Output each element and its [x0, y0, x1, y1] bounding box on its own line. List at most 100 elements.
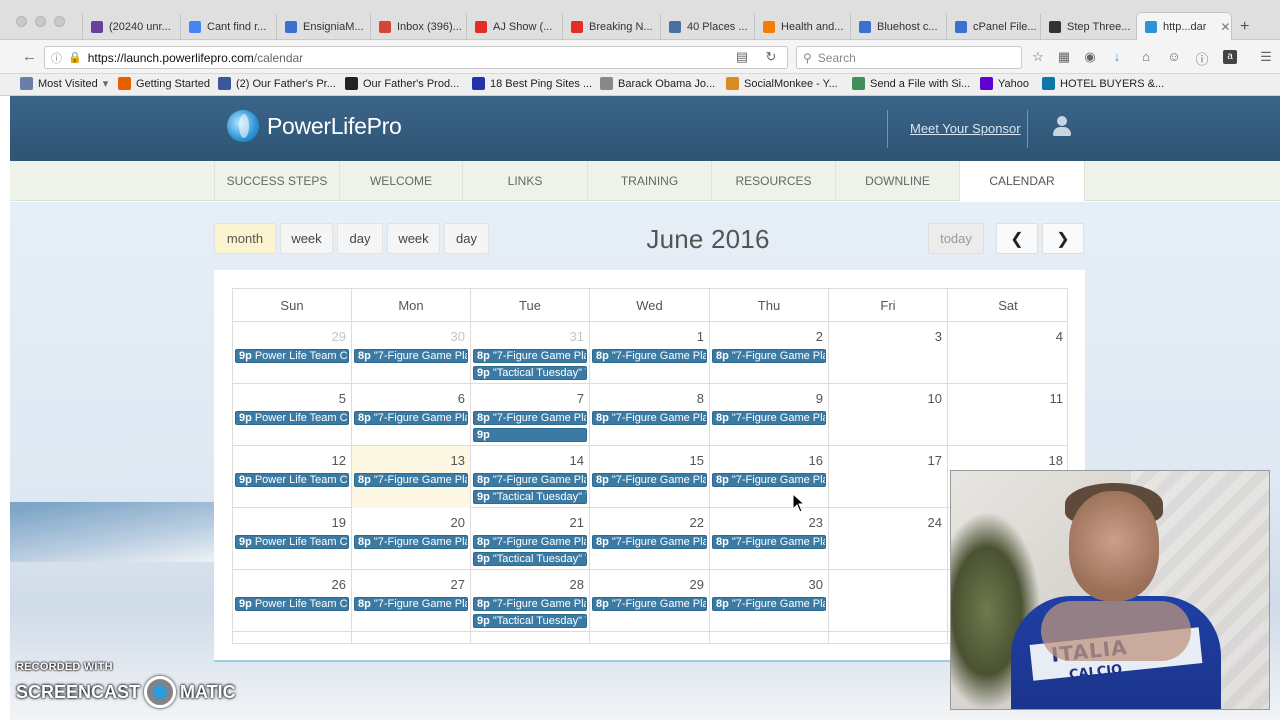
browser-tab[interactable]: Inbox (396)... [370, 14, 466, 40]
calendar-event[interactable]: 9p "Tactical Tuesday" T [473, 490, 587, 504]
day-cell[interactable]: 16 8p "7-Figure Game Plan [710, 446, 829, 508]
day-cell-today[interactable]: 13 8p "7-Figure Game Plan [352, 446, 471, 508]
day-cell[interactable]: 1 8p "7-Figure Game Plan [590, 322, 710, 384]
nav-item-calendar[interactable]: CALENDAR [959, 161, 1085, 201]
day-cell[interactable]: 23 8p "7-Figure Game Plan [710, 508, 829, 570]
today-button[interactable]: today [928, 223, 984, 254]
bookmark-item[interactable]: 18 Best Ping Sites ... [472, 77, 592, 90]
calendar-event[interactable]: 8p "7-Figure Game Plan [592, 535, 707, 549]
home-icon[interactable]: ⌂ [1138, 49, 1154, 64]
browser-tab[interactable]: (20240 unr... [82, 14, 180, 40]
calendar-event[interactable]: 8p "7-Figure Game Plan [354, 535, 468, 549]
day-cell[interactable]: 19 9p Power Life Team Ca [233, 508, 352, 570]
calendar-event[interactable]: 8p "7-Figure Game Plan [473, 411, 587, 425]
pocket-icon[interactable]: ◉ [1082, 49, 1098, 65]
browser-tab[interactable]: EnsigniaM... [276, 14, 370, 40]
calendar-event[interactable]: 9p Power Life Team Ca [235, 597, 349, 611]
nav-item-training[interactable]: TRAINING [587, 161, 711, 201]
day-cell[interactable]: 12 9p Power Life Team Ca [233, 446, 352, 508]
day-cell[interactable]: 28 8p "7-Figure Game Plan 9p "Tactical Tuesd… [471, 570, 590, 632]
bookmark-item[interactable]: Getting Started [118, 77, 210, 90]
calendar-event[interactable]: 8p "7-Figure Game Plan [354, 411, 468, 425]
browser-tab[interactable]: AJ Show (... [466, 14, 562, 40]
window-close-button[interactable] [16, 16, 27, 27]
download-icon[interactable]: ↓ [1109, 49, 1125, 64]
day-cell[interactable]: 10 [829, 384, 948, 446]
nav-item-resources[interactable]: RESOURCES [711, 161, 835, 201]
calendar-event[interactable]: 8p "7-Figure Game Plan [712, 473, 826, 487]
amazon-icon[interactable]: a [1223, 50, 1237, 64]
view-month-button[interactable]: month [214, 223, 276, 254]
user-account-icon[interactable] [1051, 114, 1073, 138]
bookmark-item[interactable]: Our Father's Prod... [345, 77, 459, 90]
site-logo[interactable]: PowerLifePro [227, 110, 402, 142]
search-input[interactable]: ⚲ Search [796, 46, 1022, 69]
bookmark-item[interactable]: Send a File with Si... [852, 77, 970, 90]
calendar-event[interactable]: 9p Power Life Team Ca [235, 535, 349, 549]
bookmark-item[interactable]: Barack Obama Jo... [600, 77, 715, 90]
day-cell[interactable]: 20 8p "7-Figure Game Plan [352, 508, 471, 570]
day-cell[interactable]: 11 [948, 384, 1067, 446]
calendar-event[interactable]: 8p "7-Figure Game Plan [712, 597, 826, 611]
browser-tab[interactable]: cPanel File... [946, 14, 1040, 40]
browser-tab[interactable]: Bluehost c... [850, 14, 946, 40]
bookmark-item[interactable]: SocialMonkee - Y... [726, 77, 838, 90]
calendar-event[interactable]: 9p Power Life Team Ca [235, 349, 349, 363]
calendar-event[interactable]: 9p "Tactical Tuesday" T [473, 614, 587, 628]
day-cell[interactable]: 30 8p "7-Figure Game Plan [710, 570, 829, 632]
calendar-event[interactable]: 8p "7-Figure Game Plan [712, 535, 826, 549]
calendar-event[interactable]: 8p "7-Figure Game Plan [354, 349, 468, 363]
day-cell[interactable]: 17 [829, 446, 948, 508]
calendar-event[interactable]: 9p "Tactical Tuesday" T [473, 366, 587, 380]
browser-tab[interactable]: Health and... [754, 14, 850, 40]
view-week-button[interactable]: week [280, 223, 333, 254]
prev-month-button[interactable]: ❮ [996, 223, 1038, 254]
url-bar[interactable]: ⓘ 🔒 https://launch.powerlifepro.com/cale… [44, 46, 788, 69]
bookmark-item[interactable]: (2) Our Father's Pr... [218, 77, 336, 90]
menu-icon[interactable]: ☰ [1258, 49, 1274, 65]
day-cell[interactable]: 26 9p Power Life Team Ca [233, 570, 352, 632]
calendar-event[interactable]: 8p "7-Figure Game Plan [592, 411, 707, 425]
day-cell[interactable]: 22 8p "7-Figure Game Plan [590, 508, 710, 570]
info-icon[interactable]: ⓘ [51, 50, 62, 66]
nav-item-links[interactable]: LINKS [462, 161, 587, 201]
browser-tab[interactable]: Step Three... [1040, 14, 1136, 40]
view-day-button[interactable]: day [444, 223, 489, 254]
day-cell[interactable]: 21 8p "7-Figure Game Plan 9p "Tactical Tuesd… [471, 508, 590, 570]
calendar-event[interactable]: 9p Power Life Team Ca [235, 473, 349, 487]
day-cell[interactable]: 15 8p "7-Figure Game Plan [590, 446, 710, 508]
calendar-event[interactable]: 8p "7-Figure Game Plan [473, 597, 587, 611]
calendar-event[interactable]: 8p "7-Figure Game Plan [354, 597, 468, 611]
browser-tab[interactable]: Cant find r... [180, 14, 276, 40]
day-cell[interactable]: 6 8p "7-Figure Game Plan [352, 384, 471, 446]
nav-item-downline[interactable]: DOWNLINE [835, 161, 959, 201]
calendar-event[interactable]: 9p [473, 428, 587, 442]
bookmark-item[interactable]: HOTEL BUYERS &... [1042, 77, 1164, 90]
window-zoom-button[interactable] [54, 16, 65, 27]
day-cell[interactable]: 14 8p "7-Figure Game Plan 9p "Tactical Tuesd… [471, 446, 590, 508]
clipboard-icon[interactable]: ▦ [1056, 49, 1072, 65]
day-cell[interactable]: 9 8p "7-Figure Game Plan [710, 384, 829, 446]
calendar-event[interactable]: 8p "7-Figure Game Plan [592, 473, 707, 487]
calendar-event[interactable]: 8p "7-Figure Game Plan [473, 349, 587, 363]
day-cell[interactable]: 4 [948, 322, 1067, 384]
bookmark-item[interactable]: Most Visited ▾ [20, 77, 108, 90]
bookmark-item[interactable]: Yahoo [980, 77, 1029, 90]
browser-tab[interactable]: http...dar ✕ [1136, 12, 1232, 41]
calendar-event[interactable]: 8p "7-Figure Game Plan [592, 349, 707, 363]
calendar-event[interactable]: 8p "7-Figure Game Plan [592, 597, 707, 611]
reload-icon[interactable]: ↻ [763, 49, 779, 65]
browser-tab[interactable]: Breaking N... [562, 14, 660, 40]
day-cell[interactable]: 30 8p "7-Figure Game Plan [352, 322, 471, 384]
view-week-button[interactable]: week [387, 223, 440, 254]
back-arrow-icon[interactable]: ← [22, 48, 37, 65]
calendar-event[interactable]: 9p Power Life Team Ca [235, 411, 349, 425]
calendar-event[interactable]: 8p "7-Figure Game Plan [473, 473, 587, 487]
meet-your-sponsor-link[interactable]: Meet Your Sponsor [910, 121, 1021, 136]
bookmark-star-icon[interactable]: ☆ [1030, 49, 1046, 65]
day-cell[interactable]: 5 9p Power Life Team Ca [233, 384, 352, 446]
calendar-event[interactable]: 9p "Tactical Tuesday" T [473, 552, 587, 566]
day-cell[interactable]: 29 8p "7-Figure Game Plan [590, 570, 710, 632]
chat-icon[interactable]: ☺ [1166, 49, 1182, 64]
view-day-button[interactable]: day [337, 223, 383, 254]
